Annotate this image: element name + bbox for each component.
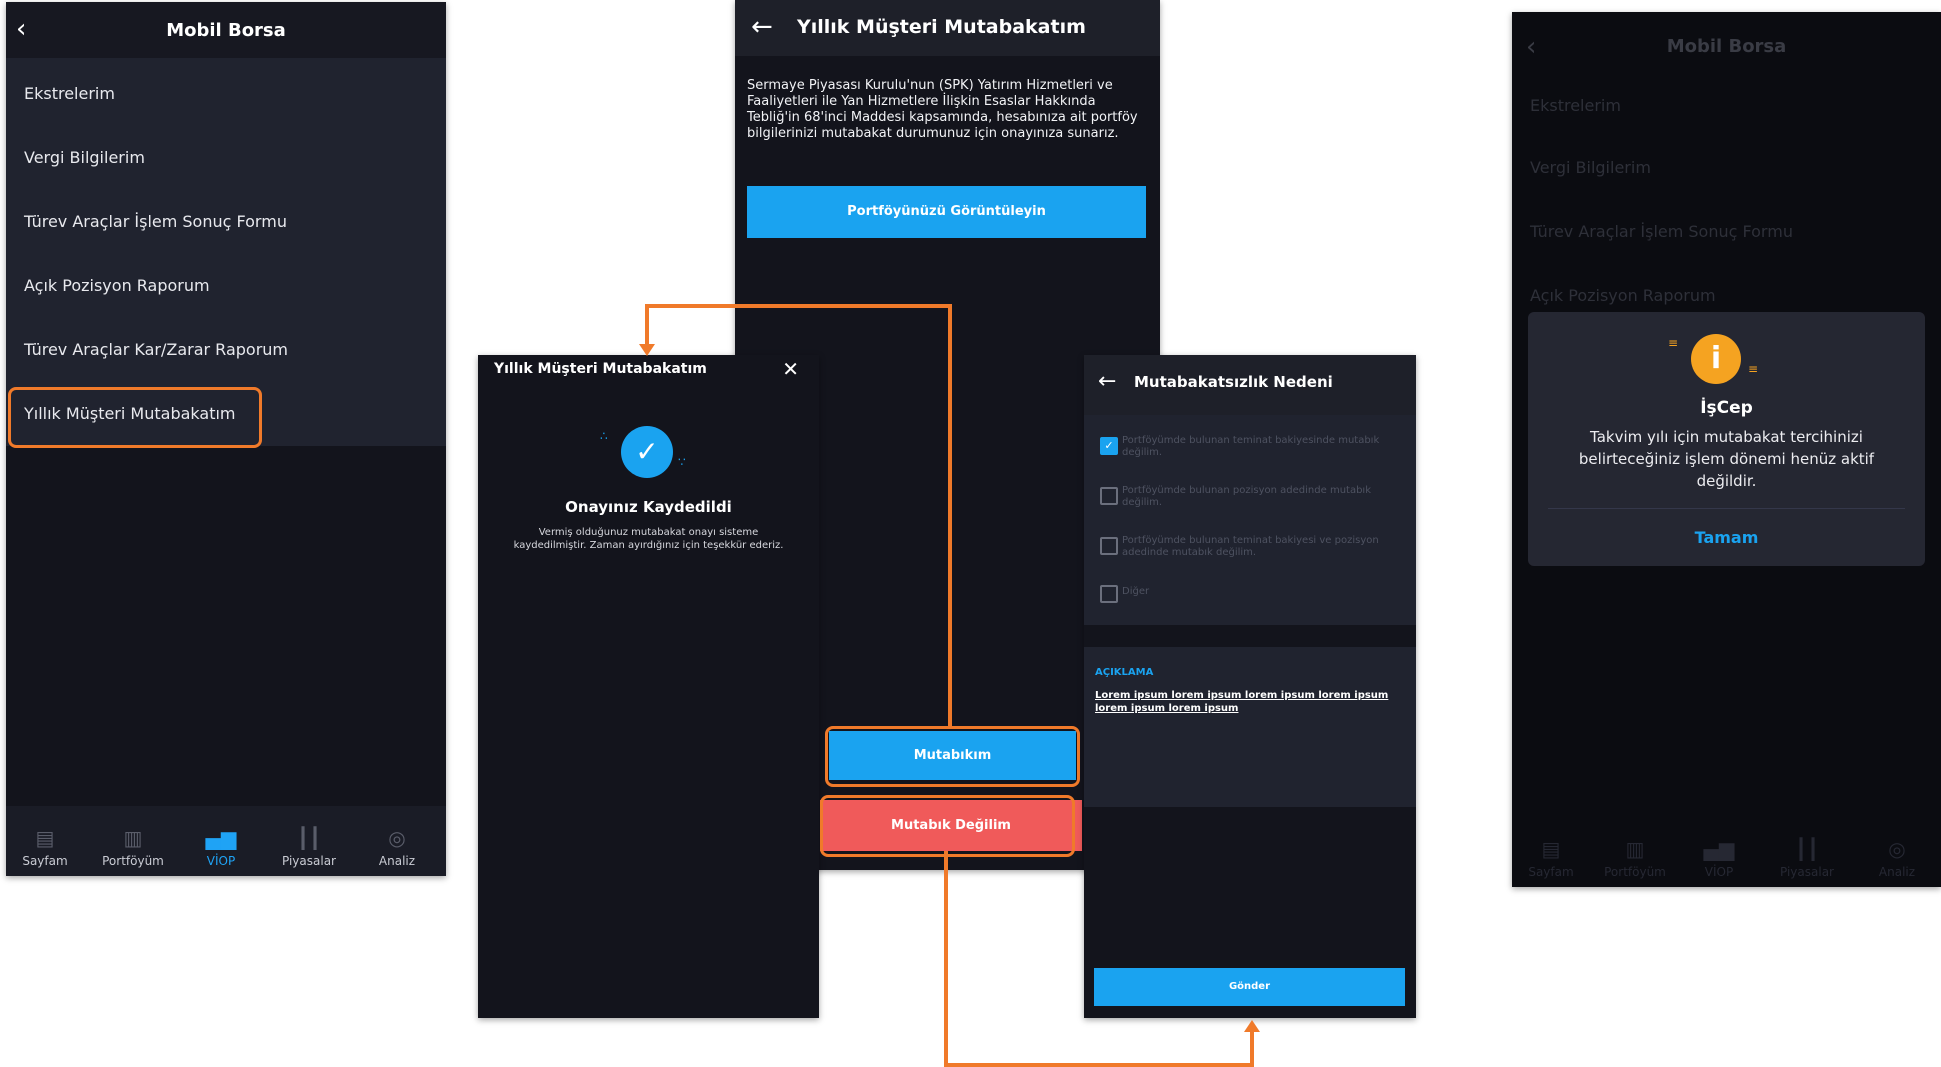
tab-sayfam[interactable]: ▤ Sayfam bbox=[10, 826, 80, 868]
info-dialog: ≡ ≡ i İşCep Takvim yılı için mutabakat t… bbox=[1528, 312, 1925, 566]
flow-arrow-icon bbox=[639, 344, 655, 356]
page-title: Mobil Borsa bbox=[1666, 36, 1787, 57]
magnifier-icon: ◎ bbox=[1888, 837, 1906, 861]
description-area[interactable]: AÇIKLAMA Lorem ipsum lorem ipsum lorem i… bbox=[1084, 647, 1416, 807]
flow-line bbox=[645, 304, 952, 308]
checkbox-4[interactable] bbox=[1100, 585, 1118, 603]
header: ← Yıllık Müşteri Mutabakatım bbox=[735, 0, 1160, 56]
page-title: Mutabakatsızlık Nedeni bbox=[1134, 373, 1333, 391]
legal-paragraph: Sermaye Piyasası Kurulu'nun (SPK) Yatırı… bbox=[747, 78, 1138, 141]
flow-line bbox=[944, 1063, 1254, 1067]
inactive-period-screen: ‹ Mobil Borsa Ekstrelerim Vergi Bilgiler… bbox=[1512, 12, 1941, 887]
description-label: AÇIKLAMA bbox=[1095, 667, 1154, 678]
tab-label: VİOP bbox=[206, 854, 236, 868]
tab-label: Sayfam bbox=[1528, 865, 1574, 879]
menu-item-acik-pozisyon[interactable]: Açık Pozisyon Raporum bbox=[24, 276, 210, 295]
option-label: Portföyümde bulunan teminat bakiyesinde … bbox=[1122, 435, 1380, 458]
menu-item-ekstrelerim[interactable]: Ekstrelerim bbox=[24, 84, 115, 103]
tab-analiz[interactable]: ◎ Analiz bbox=[362, 826, 432, 868]
back-arrow-icon[interactable]: ← bbox=[751, 12, 773, 42]
close-icon[interactable]: ✕ bbox=[782, 357, 799, 381]
description-input[interactable]: Lorem ipsum lorem ipsum lorem ipsum lore… bbox=[1095, 689, 1395, 715]
tab-sayfam: ▤ Sayfam bbox=[1516, 837, 1586, 879]
tab-label: Portföyüm bbox=[102, 854, 164, 868]
highlight-box bbox=[825, 726, 1080, 787]
sparkle-icon: ≡ bbox=[1748, 362, 1759, 376]
option-label: Portföyümde bulunan teminat bakiyesi ve … bbox=[1122, 535, 1379, 558]
send-button[interactable]: Gönder bbox=[1094, 968, 1405, 1006]
page-icon: ▤ bbox=[1541, 837, 1561, 861]
flow-line bbox=[645, 304, 649, 346]
dialog-title: İşCep bbox=[1700, 398, 1753, 418]
tab-piyasalar[interactable]: ┃┃ Piyasalar bbox=[274, 826, 344, 868]
dialog-message: Takvim yılı için mutabakat tercihinizi b… bbox=[1578, 428, 1875, 490]
info-icon: i bbox=[1691, 334, 1741, 384]
menu-item-vergi[interactable]: Vergi Bilgilerim bbox=[24, 148, 145, 167]
document-icon: ▥ bbox=[123, 826, 143, 850]
document-icon: ▥ bbox=[1625, 837, 1645, 861]
tab-analiz: ◎ Analiz bbox=[1862, 837, 1932, 879]
page-title: Mobil Borsa bbox=[166, 20, 286, 41]
success-heading: Onayınız Kaydedildi bbox=[565, 498, 732, 516]
candles-icon: ┃┃ bbox=[296, 826, 322, 850]
tab-piyasalar: ┃┃ Piyasalar bbox=[1772, 837, 1842, 879]
header: ← Mutabakatsızlık Nedeni bbox=[1084, 355, 1416, 415]
tab-viop: ▄▆ VİOP bbox=[1684, 837, 1754, 879]
page-icon: ▤ bbox=[35, 826, 55, 850]
flow-line bbox=[1250, 1032, 1254, 1067]
tab-portfoyum[interactable]: ▥ Portföyüm bbox=[98, 826, 168, 868]
menu-item-acik-pozisyon: Açık Pozisyon Raporum bbox=[1530, 286, 1716, 305]
chart-icon: ▄▆ bbox=[205, 826, 237, 850]
check-circle-icon: ✓ bbox=[621, 426, 673, 478]
tab-label: VİOP bbox=[1704, 865, 1734, 879]
sparkle-icon: ∴ bbox=[600, 429, 608, 443]
page-title: Yıllık Müşteri Mutabakatım bbox=[494, 361, 707, 377]
flow-line bbox=[944, 851, 948, 1067]
tab-label: Analiz bbox=[378, 854, 416, 868]
highlight-box bbox=[820, 795, 1075, 857]
ok-button[interactable]: Tamam bbox=[1528, 528, 1925, 547]
option-label: Portföyümde bulunan pozisyon adedinde mu… bbox=[1122, 485, 1371, 508]
tab-label: Sayfam bbox=[22, 854, 68, 868]
divider bbox=[1548, 508, 1905, 509]
tab-label: Portföyüm bbox=[1604, 865, 1666, 879]
tab-label: Piyasalar bbox=[1780, 865, 1834, 879]
magnifier-icon: ◎ bbox=[388, 826, 406, 850]
tab-label: Piyasalar bbox=[282, 854, 336, 868]
sparkle-icon: ∵ bbox=[678, 455, 686, 469]
menu-item-ekstrelerim: Ekstrelerim bbox=[1530, 96, 1621, 115]
tab-portfoyum: ▥ Portföyüm bbox=[1600, 837, 1670, 879]
sparkle-icon: ≡ bbox=[1668, 336, 1679, 350]
checkbox-1[interactable]: ✓ bbox=[1100, 437, 1118, 455]
flow-line bbox=[948, 304, 952, 728]
reason-screen: ← Mutabakatsızlık Nedeni ✓ Portföyümde b… bbox=[1084, 355, 1416, 1018]
menu-item-kar-zarar[interactable]: Türev Araçlar Kar/Zarar Raporum bbox=[24, 340, 288, 359]
checkbox-3[interactable] bbox=[1100, 537, 1118, 555]
success-screen: Yıllık Müşteri Mutabakatım ✕ ∴ ∵ ✓ Onayı… bbox=[478, 355, 819, 1018]
reason-options: ✓ Portföyümde bulunan teminat bakiyesind… bbox=[1084, 415, 1416, 625]
option-label: Diğer bbox=[1122, 586, 1150, 597]
menu-item-islem-sonuc: Türev Araçlar İşlem Sonuç Formu bbox=[1530, 222, 1793, 241]
chart-icon: ▄▆ bbox=[1703, 837, 1735, 861]
tab-bar: ▤ Sayfam ▥ Portföyüm ▄▆ VİOP ┃┃ Piyasalar ◎ A… bbox=[6, 806, 446, 876]
tab-label: Analiz bbox=[1878, 865, 1916, 879]
mobil-borsa-menu-screen: ‹ Mobil Borsa Ekstrelerim Vergi Bilgiler… bbox=[6, 2, 446, 876]
success-message: Vermiş olduğunuz mutabakat onayı sisteme… bbox=[513, 527, 784, 551]
candles-icon: ┃┃ bbox=[1794, 837, 1820, 861]
tab-viop[interactable]: ▄▆ VİOP bbox=[186, 826, 256, 868]
flow-arrow-icon bbox=[1244, 1020, 1260, 1032]
checkbox-2[interactable] bbox=[1100, 487, 1118, 505]
menu-item-vergi: Vergi Bilgilerim bbox=[1530, 158, 1651, 177]
page-title: Yıllık Müşteri Mutabakatım bbox=[797, 16, 1086, 38]
highlight-box bbox=[8, 387, 262, 448]
menu-item-islem-sonuc[interactable]: Türev Araçlar İşlem Sonuç Formu bbox=[24, 212, 287, 231]
view-portfolio-button[interactable]: Portföyünüzü Görüntüleyin bbox=[747, 186, 1146, 238]
header: ‹ Mobil Borsa bbox=[6, 2, 446, 58]
back-arrow-icon[interactable]: ← bbox=[1098, 369, 1116, 394]
